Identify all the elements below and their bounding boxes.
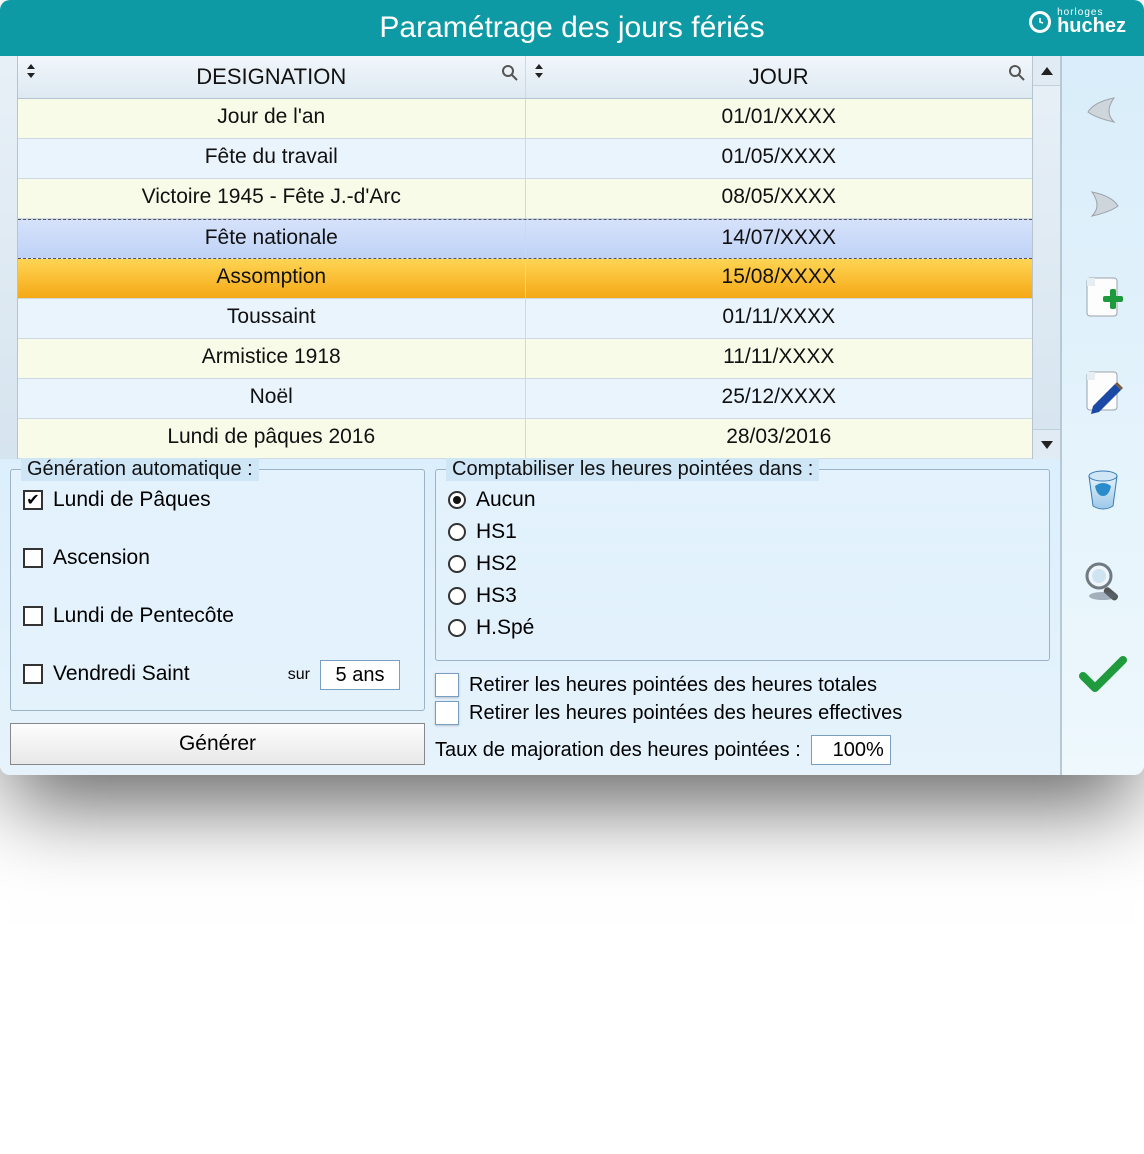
table-row[interactable]: Fête nationale14/07/XXXX <box>18 219 1032 259</box>
brand-logo-icon <box>1029 11 1051 33</box>
table-row[interactable]: Toussaint01/11/XXXX <box>18 299 1032 339</box>
cell-designation: Assomption <box>18 259 526 298</box>
search-icon[interactable] <box>1008 62 1026 88</box>
checkbox-icon <box>435 673 459 697</box>
radio-label: HS1 <box>476 520 517 544</box>
cell-jour: 01/01/XXXX <box>526 99 1033 138</box>
table-scrollbar[interactable] <box>1032 56 1060 459</box>
sort-icon[interactable] <box>24 60 38 86</box>
next-button[interactable] <box>1079 180 1127 228</box>
cell-jour: 25/12/XXXX <box>526 379 1033 418</box>
confirm-button[interactable] <box>1079 650 1127 698</box>
prev-button[interactable] <box>1079 86 1127 134</box>
comptabiliser-fieldset: Comptabiliser les heures pointées dans :… <box>435 469 1050 661</box>
radio-icon <box>448 619 466 637</box>
cell-jour: 01/11/XXXX <box>526 299 1033 338</box>
cell-jour: 08/05/XXXX <box>526 179 1033 218</box>
sort-icon[interactable] <box>532 60 546 86</box>
checkbox-icon <box>23 606 43 626</box>
radio-icon <box>448 587 466 605</box>
taux-input[interactable]: 100% <box>811 735 891 765</box>
cell-jour: 11/11/XXXX <box>526 339 1033 378</box>
cell-designation: Armistice 1918 <box>18 339 526 378</box>
checkbox-label: Vendredi Saint <box>53 662 190 686</box>
retirer-effectives-checkbox[interactable]: Retirer les heures pointées des heures e… <box>435 701 1050 725</box>
table-row[interactable]: Lundi de pâques 201628/03/2016 <box>18 419 1032 459</box>
generation-legend: Génération automatique : <box>21 458 259 481</box>
radio-label: HS2 <box>476 552 517 576</box>
cell-designation: Victoire 1945 - Fête J.-d'Arc <box>18 179 526 218</box>
generate-button[interactable]: Générer <box>10 723 425 765</box>
generation-checkbox[interactable]: ✔ Lundi de Pâques <box>23 488 412 512</box>
app-window: Paramétrage des jours fériés horloges hu… <box>0 0 1144 775</box>
cell-designation: Jour de l'an <box>18 99 526 138</box>
checkbox-label: Ascension <box>53 546 150 570</box>
table-left-gutter <box>0 56 18 459</box>
table-row[interactable]: Assomption15/08/XXXX <box>18 259 1032 299</box>
generation-fieldset: Génération automatique : ✔Lundi de Pâque… <box>10 469 425 711</box>
cell-jour: 28/03/2016 <box>526 419 1033 458</box>
brand-text: horloges huchez <box>1057 8 1126 35</box>
holidays-table: DESIGNATION JOUR <box>0 56 1060 459</box>
edit-button[interactable] <box>1079 368 1127 416</box>
radio-icon <box>448 491 466 509</box>
column-header-jour[interactable]: JOUR <box>526 56 1033 98</box>
comptabiliser-radio[interactable]: HS1 <box>448 520 1037 544</box>
scroll-up-button[interactable] <box>1033 56 1060 86</box>
add-button[interactable] <box>1079 274 1127 322</box>
cell-designation: Fête nationale <box>18 220 526 258</box>
scroll-down-button[interactable] <box>1033 429 1060 459</box>
table-row[interactable]: Noël25/12/XXXX <box>18 379 1032 419</box>
radio-icon <box>448 555 466 573</box>
retirer-totales-checkbox[interactable]: Retirer les heures pointées des heures t… <box>435 673 1050 697</box>
radio-label: HS3 <box>476 584 517 608</box>
checkbox-label: Lundi de Pentecôte <box>53 604 234 628</box>
titlebar: Paramétrage des jours fériés horloges hu… <box>0 0 1144 56</box>
comptabiliser-radio[interactable]: HS3 <box>448 584 1037 608</box>
table-row[interactable]: Armistice 191811/11/XXXX <box>18 339 1032 379</box>
comptabiliser-radio[interactable]: H.Spé <box>448 616 1037 640</box>
generation-checkbox[interactable]: Lundi de Pentecôte <box>23 604 412 628</box>
checkbox-icon <box>435 701 459 725</box>
search-icon[interactable] <box>501 62 519 88</box>
side-toolbar <box>1062 56 1144 775</box>
cell-designation: Toussaint <box>18 299 526 338</box>
cell-jour: 01/05/XXXX <box>526 139 1033 178</box>
comptabiliser-legend: Comptabiliser les heures pointées dans : <box>446 458 819 481</box>
column-header-designation[interactable]: DESIGNATION <box>18 56 526 98</box>
table-row[interactable]: Victoire 1945 - Fête J.-d'Arc08/05/XXXX <box>18 179 1032 219</box>
comptabiliser-radio[interactable]: Aucun <box>448 488 1037 512</box>
sur-input[interactable]: 5 ans <box>320 660 400 690</box>
checkbox-icon <box>23 664 43 684</box>
window-title: Paramétrage des jours fériés <box>379 11 764 45</box>
radio-icon <box>448 523 466 541</box>
generation-checkbox[interactable]: Ascension <box>23 546 412 570</box>
comptabiliser-radio[interactable]: HS2 <box>448 552 1037 576</box>
radio-label: Aucun <box>476 488 536 512</box>
sur-label: sur <box>288 666 310 684</box>
cell-designation: Noël <box>18 379 526 418</box>
table-row[interactable]: Jour de l'an01/01/XXXX <box>18 99 1032 139</box>
cell-designation: Fête du travail <box>18 139 526 178</box>
search-button[interactable] <box>1079 556 1127 604</box>
checkbox-icon: ✔ <box>23 490 43 510</box>
brand: horloges huchez <box>1029 8 1126 35</box>
checkbox-label: Lundi de Pâques <box>53 488 211 512</box>
delete-button[interactable] <box>1079 462 1127 510</box>
taux-label: Taux de majoration des heures pointées : <box>435 739 801 762</box>
table-row[interactable]: Fête du travail01/05/XXXX <box>18 139 1032 179</box>
radio-label: H.Spé <box>476 616 534 640</box>
cell-designation: Lundi de pâques 2016 <box>18 419 526 458</box>
checkbox-icon <box>23 548 43 568</box>
cell-jour: 15/08/XXXX <box>526 259 1033 298</box>
cell-jour: 14/07/XXXX <box>526 220 1033 258</box>
